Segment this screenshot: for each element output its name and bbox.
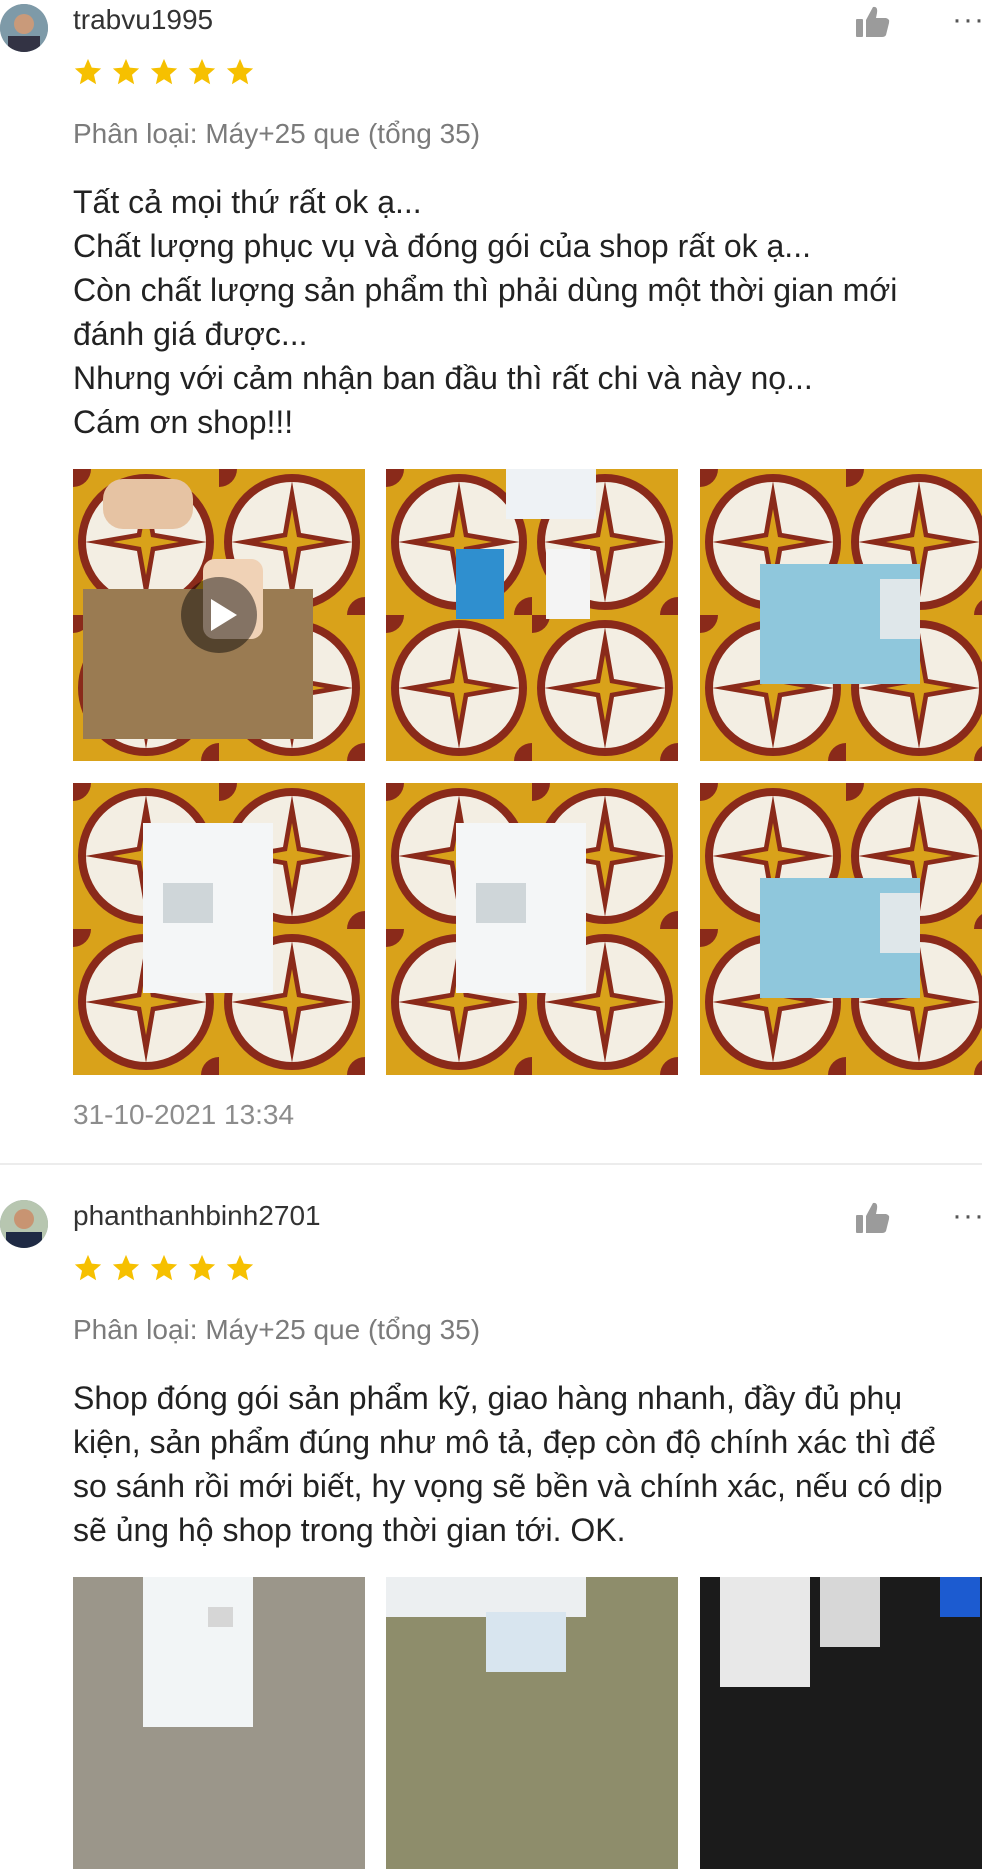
star-icon — [74, 58, 102, 85]
star-icon — [74, 1254, 102, 1281]
avatar[interactable] — [0, 1200, 48, 1248]
review-photo[interactable] — [73, 1577, 365, 1869]
review-photo[interactable] — [386, 469, 678, 761]
avatar[interactable] — [0, 4, 48, 52]
review-video-thumbnail[interactable] — [73, 469, 365, 761]
star-icon — [112, 1254, 140, 1281]
rating-stars — [73, 57, 255, 87]
more-options-icon[interactable]: ··· — [952, 5, 982, 35]
play-icon[interactable] — [181, 577, 257, 653]
username[interactable]: phanthanhbinh2701 — [73, 1200, 321, 1232]
star-icon — [112, 58, 140, 85]
star-icon — [188, 1254, 216, 1281]
star-icon — [188, 58, 216, 85]
star-icon — [150, 58, 178, 85]
review-timestamp: 31-10-2021 13:34 — [73, 1099, 295, 1130]
thumbs-up-icon[interactable] — [852, 2, 892, 42]
review-text: Shop đóng gói sản phẩm kỹ, giao hàng nha… — [73, 1380, 943, 1548]
review-photo[interactable] — [700, 1577, 982, 1869]
star-icon — [226, 1254, 254, 1281]
review-divider — [0, 1163, 982, 1165]
star-icon — [226, 58, 254, 85]
review-text: Tất cả mọi thứ rất ok ạ... Chất lượng ph… — [73, 184, 898, 440]
username[interactable]: trabvu1995 — [73, 4, 213, 36]
rating-stars — [73, 1253, 255, 1283]
review-photo[interactable] — [73, 783, 365, 1075]
review-photo[interactable] — [700, 783, 982, 1075]
product-variant: Phân loại: Máy+25 que (tổng 35) — [73, 1314, 481, 1345]
more-options-icon[interactable]: ··· — [952, 1201, 982, 1231]
review-photo[interactable] — [386, 1577, 678, 1869]
review-photo[interactable] — [700, 469, 982, 761]
star-icon — [150, 1254, 178, 1281]
review-photo[interactable] — [386, 783, 678, 1075]
thumbs-up-icon[interactable] — [852, 1198, 892, 1238]
product-variant: Phân loại: Máy+25 que (tổng 35) — [73, 118, 481, 149]
